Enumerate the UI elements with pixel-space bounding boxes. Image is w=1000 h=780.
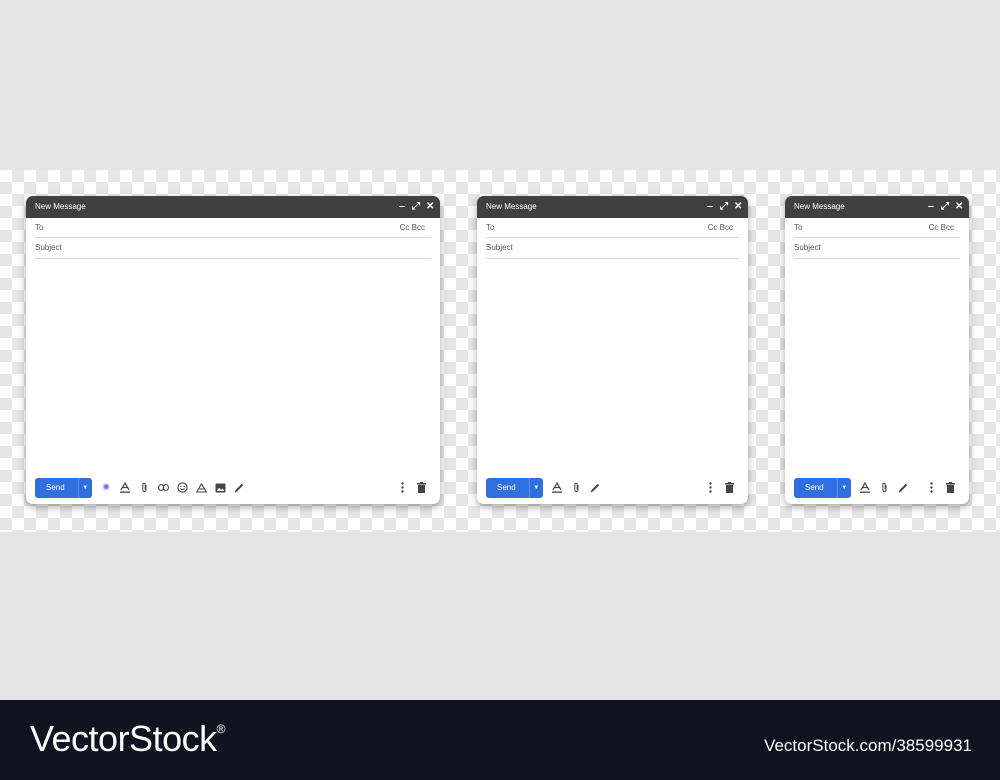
subject-field[interactable]: Subject — [486, 238, 739, 259]
signature-pen-icon[interactable] — [234, 482, 245, 493]
format-text-icon[interactable] — [552, 482, 563, 493]
trash-icon[interactable] — [724, 482, 735, 493]
cc-bcc-link[interactable]: Cc Bcc — [708, 218, 733, 238]
send-options-dropdown-icon[interactable]: ▼ — [77, 477, 92, 498]
to-label: To — [486, 223, 495, 232]
watermark-stock-id: VectorStock.com/38599931 — [764, 736, 972, 755]
cc-bcc-link[interactable]: Cc Bcc — [400, 218, 425, 238]
close-icon[interactable]: ✕ — [734, 196, 742, 218]
attach-icon[interactable] — [571, 482, 582, 493]
watermark-brand: VectorStock® — [30, 718, 225, 760]
more-options-icon[interactable] — [397, 482, 408, 493]
signature-pen-icon[interactable] — [590, 482, 601, 493]
more-options-icon[interactable] — [926, 482, 937, 493]
to-field[interactable]: To Cc Bcc — [35, 218, 431, 238]
close-icon[interactable]: ✕ — [426, 196, 434, 218]
watermark-brand-text: VectorStock — [30, 718, 217, 759]
minimize-icon[interactable]: ‒ — [706, 196, 714, 218]
format-text-icon[interactable] — [860, 482, 871, 493]
compose-title: New Message — [486, 202, 537, 211]
image-icon[interactable] — [215, 482, 226, 493]
minimize-icon[interactable]: ‒ — [398, 196, 406, 218]
emoji-icon[interactable] — [177, 482, 188, 493]
compose-title: New Message — [35, 202, 86, 211]
compose-title: New Message — [794, 202, 845, 211]
send-options-dropdown-icon[interactable]: ▼ — [836, 477, 851, 498]
message-body[interactable] — [486, 260, 739, 472]
registered-mark: ® — [216, 722, 226, 736]
send-button[interactable]: Send — [794, 478, 837, 498]
compose-titlebar: New Message ‒ ⤢ ✕ — [26, 196, 440, 218]
send-button-group: Send ▼ — [486, 477, 543, 498]
to-field[interactable]: To Cc Bcc — [486, 218, 739, 238]
expand-icon[interactable]: ⤢ — [412, 196, 420, 218]
cc-bcc-link[interactable]: Cc Bcc — [929, 218, 954, 238]
trash-icon[interactable] — [945, 482, 956, 493]
subject-field[interactable]: Subject — [35, 238, 431, 259]
sparkle-icon[interactable]: ✺ — [101, 482, 112, 493]
compose-window-1: New Message ‒ ⤢ ✕ To Cc Bcc Subject Send… — [26, 196, 440, 504]
attach-icon[interactable] — [139, 482, 150, 493]
message-body[interactable] — [35, 260, 431, 472]
compose-titlebar: New Message ‒ ⤢ ✕ — [785, 196, 969, 218]
watermark-banner: VectorStock® VectorStock.com/38599931 — [0, 700, 1000, 780]
message-body[interactable] — [794, 260, 960, 472]
expand-icon[interactable]: ⤢ — [720, 196, 728, 218]
compose-window-2: New Message ‒ ⤢ ✕ To Cc Bcc Subject Send… — [477, 196, 748, 504]
send-options-dropdown-icon[interactable]: ▼ — [528, 477, 543, 498]
expand-icon[interactable]: ⤢ — [941, 196, 949, 218]
drive-icon[interactable] — [195, 482, 207, 493]
subject-label: Subject — [486, 243, 513, 252]
more-options-icon[interactable] — [705, 482, 716, 493]
subject-label: Subject — [35, 243, 62, 252]
trash-icon[interactable] — [416, 482, 427, 493]
subject-field[interactable]: Subject — [794, 238, 960, 259]
to-label: To — [35, 223, 44, 232]
send-button[interactable]: Send — [35, 478, 78, 498]
compose-titlebar: New Message ‒ ⤢ ✕ — [477, 196, 748, 218]
send-button-group: Send ▼ — [794, 477, 851, 498]
to-label: To — [794, 223, 803, 232]
minimize-icon[interactable]: ‒ — [927, 196, 935, 218]
close-icon[interactable]: ✕ — [955, 196, 963, 218]
compose-window-3: New Message ‒ ⤢ ✕ To Cc Bcc Subject Send… — [785, 196, 969, 504]
subject-label: Subject — [794, 243, 821, 252]
link-icon[interactable] — [157, 482, 169, 493]
send-button[interactable]: Send — [486, 478, 529, 498]
send-button-group: Send ▼ — [35, 477, 92, 498]
to-field[interactable]: To Cc Bcc — [794, 218, 960, 238]
format-text-icon[interactable] — [120, 482, 131, 493]
attach-icon[interactable] — [879, 482, 890, 493]
signature-pen-icon[interactable] — [898, 482, 909, 493]
